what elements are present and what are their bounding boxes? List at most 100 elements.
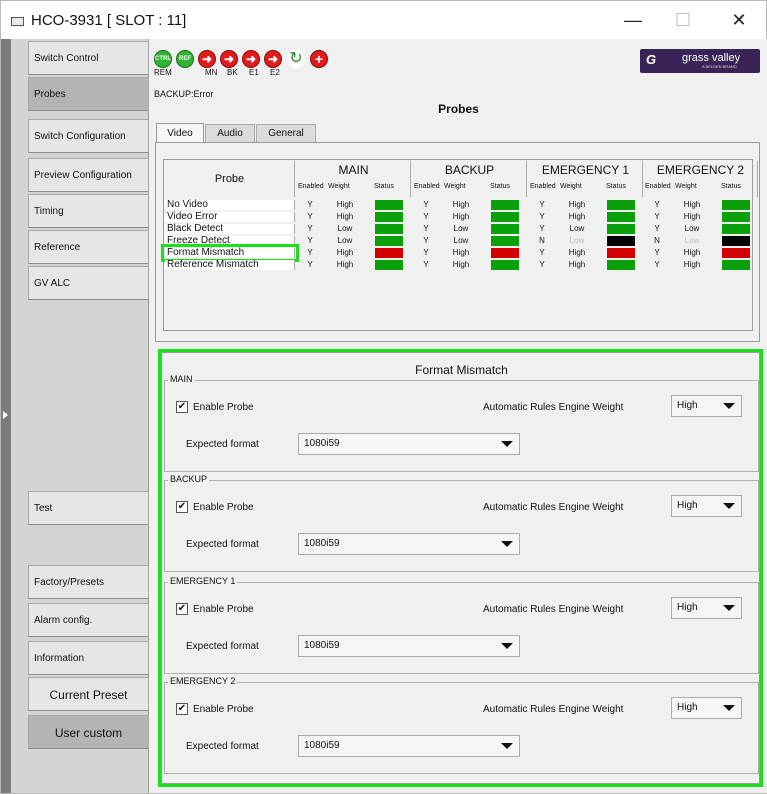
weight-cell: High xyxy=(452,260,470,269)
nav-switch-configuration[interactable]: Switch Configuration xyxy=(28,119,149,153)
probe-row-no-video[interactable]: No Video xyxy=(165,200,295,210)
enabled-cell: Y xyxy=(654,248,660,257)
weight-cell: High xyxy=(336,200,354,209)
e2-label: E2 xyxy=(270,68,280,77)
fm-group-label: MAIN xyxy=(168,374,195,384)
enabled-cell: Y xyxy=(654,212,660,221)
expected-format-label: Expected format xyxy=(186,539,259,550)
enabled-cell: Y xyxy=(307,236,313,245)
enable-probe-checkbox[interactable]: ✔ xyxy=(176,501,188,513)
enabled-cell: Y xyxy=(654,224,660,233)
expected-format-select[interactable]: 1080i59 xyxy=(298,735,520,757)
sub-header: Weight xyxy=(328,183,350,190)
probes-table: Probe MAIN Enabled Weight Status BACKUP Enabl… xyxy=(161,159,758,331)
tab-general[interactable]: General xyxy=(256,124,316,142)
chevron-down-icon xyxy=(501,643,513,649)
fm-group-emergency2: EMERGENCY 2 ✔ Enable Probe Automatic Rules … xyxy=(164,676,759,774)
enabled-cell: Y xyxy=(539,200,545,209)
nav-switch-control[interactable]: Switch Control xyxy=(28,41,149,75)
expected-format-select[interactable]: 1080i59 xyxy=(298,533,520,555)
close-button[interactable]: ✕ xyxy=(719,7,759,33)
status-indicator xyxy=(722,248,750,258)
tab-audio[interactable]: Audio xyxy=(205,124,255,142)
logo-swirl: G xyxy=(646,52,657,67)
weight-label: Automatic Rules Engine Weight xyxy=(483,502,624,513)
nav-gv-alc[interactable]: GV ALC xyxy=(28,266,149,300)
weight-cell: High xyxy=(683,212,701,221)
weight-cell: High xyxy=(683,248,701,257)
probe-row-format-mismatch[interactable]: Format Mismatch xyxy=(161,244,299,262)
nav-reference[interactable]: Reference xyxy=(28,230,149,264)
nav-information[interactable]: Information xyxy=(28,641,149,675)
weight-select[interactable]: High xyxy=(671,495,742,517)
weight-select[interactable]: High xyxy=(671,597,742,619)
status-indicator xyxy=(722,200,750,210)
group-header-backup: BACKUP Enabled Weight Status xyxy=(412,161,527,197)
user-custom-button[interactable]: User custom xyxy=(28,715,149,749)
logo-sub: A BELDEN BRAND xyxy=(702,64,737,69)
alarm-plus-icon[interactable]: + xyxy=(310,50,328,68)
minimize-button[interactable]: — xyxy=(613,7,653,33)
status-indicator xyxy=(491,248,519,258)
enabled-cell: Y xyxy=(423,212,429,221)
nav-factory-presets[interactable]: Factory/Presets xyxy=(28,565,149,599)
expand-arrow-icon[interactable] xyxy=(3,411,8,419)
weight-cell: High xyxy=(336,248,354,257)
sub-header: Weight xyxy=(675,183,697,190)
enable-probe-checkbox[interactable]: ✔ xyxy=(176,703,188,715)
enable-probe-checkbox[interactable]: ✔ xyxy=(176,401,188,413)
enable-probe-checkbox[interactable]: ✔ xyxy=(176,603,188,615)
nav-probes[interactable]: Probes xyxy=(28,77,149,111)
weight-cell: Low xyxy=(453,236,469,245)
weight-cell: Low xyxy=(453,224,469,233)
expected-format-select[interactable]: 1080i59 xyxy=(298,635,520,657)
probe-row-black-detect[interactable]: Black Detect xyxy=(165,224,295,234)
backup-path-icon[interactable]: ➜ xyxy=(220,50,238,68)
exchange-icon[interactable]: ↻ xyxy=(287,50,305,68)
nav-timing[interactable]: Timing xyxy=(28,194,149,228)
logo-brand: grass valley xyxy=(682,52,741,64)
status-indicator xyxy=(491,260,519,270)
emergency1-path-icon[interactable]: ➜ xyxy=(242,50,260,68)
weight-cell: Low xyxy=(337,236,353,245)
enabled-cell: Y xyxy=(654,260,660,269)
weight-cell: High xyxy=(683,260,701,269)
weight-value: High xyxy=(677,702,698,713)
fm-group-emergency1: EMERGENCY 1 ✔ Enable Probe Automatic Rules … xyxy=(164,576,759,674)
page-title: Probes xyxy=(438,102,479,116)
nav-test[interactable]: Test xyxy=(28,491,149,525)
fm-group-backup: BACKUP ✔ Enable Probe Automatic Rules Engin… xyxy=(164,474,759,572)
grass-valley-logo: G grass valley A BELDEN BRAND xyxy=(640,49,760,73)
weight-cell: High xyxy=(683,200,701,209)
probe-row-video-error[interactable]: Video Error xyxy=(165,212,295,222)
ctrl-icon[interactable]: CTRL xyxy=(154,50,172,68)
probe-row-freeze-detect[interactable]: Freeze Detect xyxy=(165,236,295,246)
emergency2-path-icon[interactable]: ➜ xyxy=(264,50,282,68)
collapse-strip[interactable] xyxy=(1,39,11,793)
weight-cell: High xyxy=(452,200,470,209)
expected-format-select[interactable]: 1080i59 xyxy=(298,433,520,455)
enabled-cell: Y xyxy=(539,260,545,269)
chevron-down-icon xyxy=(723,503,735,509)
probe-column-header: Probe xyxy=(165,161,295,197)
weight-cell: High xyxy=(568,260,586,269)
sub-header: Enabled xyxy=(414,183,440,190)
sub-header: Enabled xyxy=(298,183,324,190)
main-path-icon[interactable]: ➜ xyxy=(198,50,216,68)
weight-value: High xyxy=(677,500,698,511)
weight-cell: Low xyxy=(569,236,585,245)
probe-row-reference-mismatch[interactable]: Reference Mismatch xyxy=(165,260,295,270)
maximize-button[interactable]: ☐ xyxy=(663,7,703,33)
weight-select[interactable]: High xyxy=(671,395,742,417)
mn-label: MN xyxy=(205,68,218,77)
sub-header: Status xyxy=(374,183,394,190)
nav-alarm-config[interactable]: Alarm config. xyxy=(28,603,149,637)
window-icon xyxy=(11,17,24,26)
tab-video[interactable]: Video xyxy=(156,123,204,142)
weight-select[interactable]: High xyxy=(671,697,742,719)
sub-header: Status xyxy=(490,183,510,190)
enabled-cell: N xyxy=(654,236,660,245)
nav-preview-configuration[interactable]: Preview Configuration xyxy=(28,158,149,192)
ref-icon[interactable]: REF xyxy=(176,50,194,68)
weight-cell: High xyxy=(568,200,586,209)
